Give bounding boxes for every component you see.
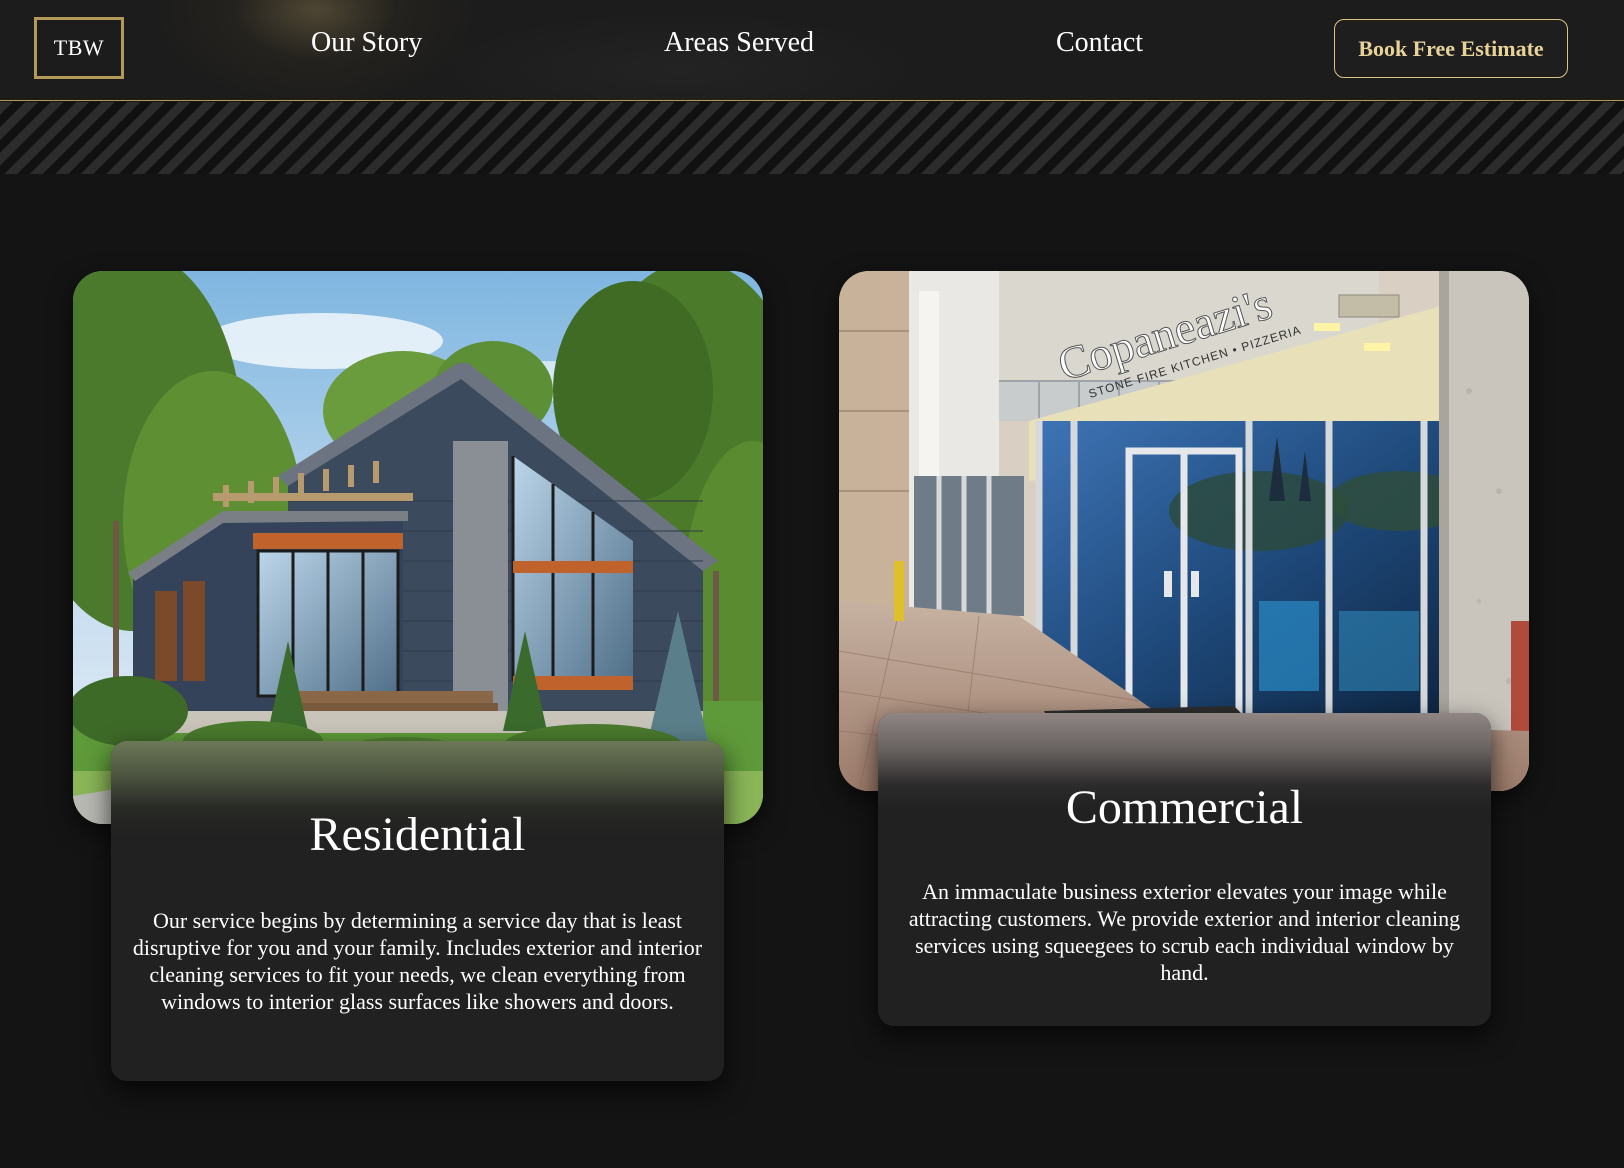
striped-divider [0,102,1624,174]
site-header: TBW Our Story Areas Served Contact Book … [0,0,1624,101]
book-free-estimate-button[interactable]: Book Free Estimate [1334,19,1568,78]
nav-areas-served[interactable]: Areas Served [664,27,814,59]
commercial-title: Commercial [1065,781,1304,834]
nav-contact[interactable]: Contact [1056,27,1143,59]
residential-description: Our service begins by determining a serv… [132,908,703,1014]
nav-our-story[interactable]: Our Story [311,27,422,59]
logo[interactable]: TBW [34,17,124,79]
residential-service-card: Residential Our service begins by determ… [111,741,724,1081]
commercial-description: An immaculate business exterior elevates… [908,879,1461,985]
commercial-service-card: Commercial An immaculate business exteri… [878,713,1491,1026]
residential-title: Residential [309,808,526,861]
